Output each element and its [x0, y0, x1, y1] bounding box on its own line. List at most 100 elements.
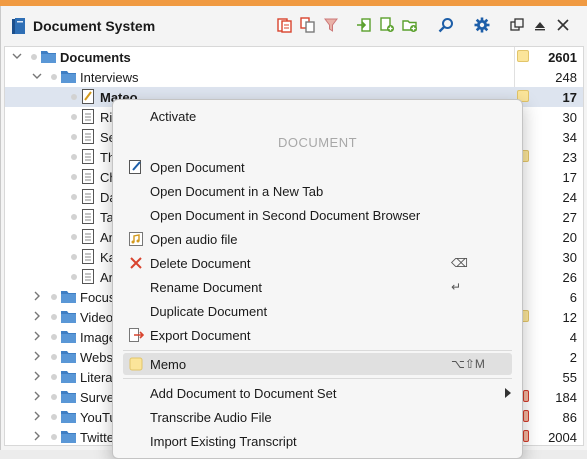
- folder-icon: [61, 291, 76, 303]
- status-dot: [71, 114, 77, 120]
- chevron-right-icon[interactable]: [32, 371, 42, 381]
- document-stack-icon[interactable]: [275, 15, 295, 35]
- chevron-right-icon[interactable]: [32, 411, 42, 421]
- document-icon: [82, 109, 94, 124]
- status-dot: [71, 194, 77, 200]
- new-folder-icon[interactable]: [400, 15, 420, 35]
- menu-separator: [123, 378, 512, 379]
- status-dot: [71, 214, 77, 220]
- filter-icon[interactable]: [321, 15, 341, 35]
- collapse-icon[interactable]: [530, 15, 550, 35]
- code-count: 27: [562, 210, 577, 225]
- shortcut-label: ⌫: [451, 256, 468, 270]
- status-dot: [51, 414, 57, 420]
- status-dot: [31, 54, 37, 60]
- status-dot: [51, 434, 57, 440]
- code-count: 17: [562, 90, 577, 105]
- close-icon[interactable]: [553, 15, 573, 35]
- menu-item-rename-document[interactable]: Rename Document ↵: [113, 276, 522, 298]
- audio-file-icon: [129, 232, 143, 246]
- menu-item-open-second-browser[interactable]: Open Document in Second Document Browser: [113, 204, 522, 226]
- undock-icon[interactable]: [507, 15, 527, 35]
- memo-icon: [129, 357, 143, 371]
- memo-icon[interactable]: [523, 390, 529, 402]
- submenu-arrow-icon: [505, 388, 511, 398]
- menu-item-memo[interactable]: Memo ⌥⇧M: [123, 353, 512, 375]
- folder-icon: [61, 371, 76, 383]
- menu-item-label: Duplicate Document: [150, 304, 268, 319]
- document-icon: [82, 169, 94, 184]
- code-count: 30: [562, 250, 577, 265]
- status-dot: [51, 314, 57, 320]
- tree-label: Twitte: [80, 430, 114, 445]
- menu-item-delete-document[interactable]: Delete Document ⌫: [113, 252, 522, 274]
- chevron-down-icon[interactable]: [12, 51, 22, 61]
- tree-label: Focus: [80, 290, 116, 305]
- folder-icon: [61, 411, 76, 423]
- menu-item-label: Open audio file: [150, 232, 238, 247]
- import-icon[interactable]: [354, 15, 374, 35]
- tree-row-documents[interactable]: Documents 2601: [5, 47, 583, 67]
- chevron-right-icon[interactable]: [32, 391, 42, 401]
- menu-item-transcribe-audio[interactable]: Transcribe Audio File: [113, 406, 522, 428]
- export-icon: [129, 328, 144, 342]
- add-document-icon[interactable]: [377, 15, 397, 35]
- menu-item-import-transcript[interactable]: Import Existing Transcript: [113, 430, 522, 452]
- menu-item-label: Export Document: [150, 328, 251, 343]
- code-count: 34: [562, 130, 577, 145]
- memo-icon[interactable]: [517, 50, 529, 62]
- document-icon: [82, 269, 94, 284]
- chevron-right-icon[interactable]: [32, 431, 42, 441]
- folder-icon: [61, 311, 76, 323]
- folder-icon: [61, 431, 76, 443]
- menu-item-open-document[interactable]: Open Document: [113, 156, 522, 178]
- code-count: 86: [562, 410, 577, 425]
- status-dot: [51, 334, 57, 340]
- menu-item-label: Open Document: [150, 160, 245, 175]
- menu-item-add-to-document-set[interactable]: Add Document to Document Set: [113, 382, 522, 404]
- chevron-down-icon[interactable]: [32, 71, 42, 81]
- menu-item-open-new-tab[interactable]: Open Document in a New Tab: [113, 180, 522, 202]
- code-count: 20: [562, 230, 577, 245]
- chevron-right-icon[interactable]: [32, 311, 42, 321]
- tree-label: Image: [80, 330, 117, 345]
- memo-icon[interactable]: [523, 410, 529, 422]
- menu-item-label: Add Document to Document Set: [150, 386, 337, 401]
- menu-item-label: Import Existing Transcript: [150, 434, 297, 449]
- folder-icon: [61, 71, 76, 83]
- menu-item-duplicate-document[interactable]: Duplicate Document: [113, 300, 522, 322]
- code-count: 23: [562, 150, 577, 165]
- code-count: 12: [562, 310, 577, 325]
- memo-icon[interactable]: [523, 430, 529, 442]
- document-icon: [82, 229, 94, 244]
- menu-item-open-audio[interactable]: Open audio file: [113, 228, 522, 250]
- panel-header: Document System: [0, 6, 587, 42]
- tree-label: Surve: [80, 390, 114, 405]
- menu-item-activate[interactable]: Activate: [113, 105, 522, 127]
- tree-label: Webs: [80, 350, 113, 365]
- document-icon: [82, 189, 94, 204]
- code-count: 184: [555, 390, 577, 405]
- code-count: 2601: [548, 50, 577, 65]
- gear-icon[interactable]: [472, 15, 492, 35]
- code-count: 30: [562, 110, 577, 125]
- document-system-icon: [12, 18, 25, 34]
- menu-item-export-document[interactable]: Export Document: [113, 324, 522, 346]
- chevron-right-icon[interactable]: [32, 351, 42, 361]
- delete-icon: [130, 257, 142, 269]
- search-icon[interactable]: [436, 15, 456, 35]
- status-dot: [51, 354, 57, 360]
- copy-icon[interactable]: [298, 15, 318, 35]
- chevron-right-icon[interactable]: [32, 331, 42, 341]
- status-dot: [51, 394, 57, 400]
- chevron-right-icon[interactable]: [32, 291, 42, 301]
- status-dot: [71, 134, 77, 140]
- menu-item-label: Delete Document: [150, 256, 251, 271]
- status-dot: [71, 234, 77, 240]
- shortcut-label: ↵: [451, 280, 462, 294]
- tree-row-interviews[interactable]: Interviews 248: [5, 67, 583, 87]
- status-dot: [71, 154, 77, 160]
- code-count: 2004: [548, 430, 577, 445]
- code-count: 4: [569, 330, 577, 345]
- code-count: 2: [569, 350, 577, 365]
